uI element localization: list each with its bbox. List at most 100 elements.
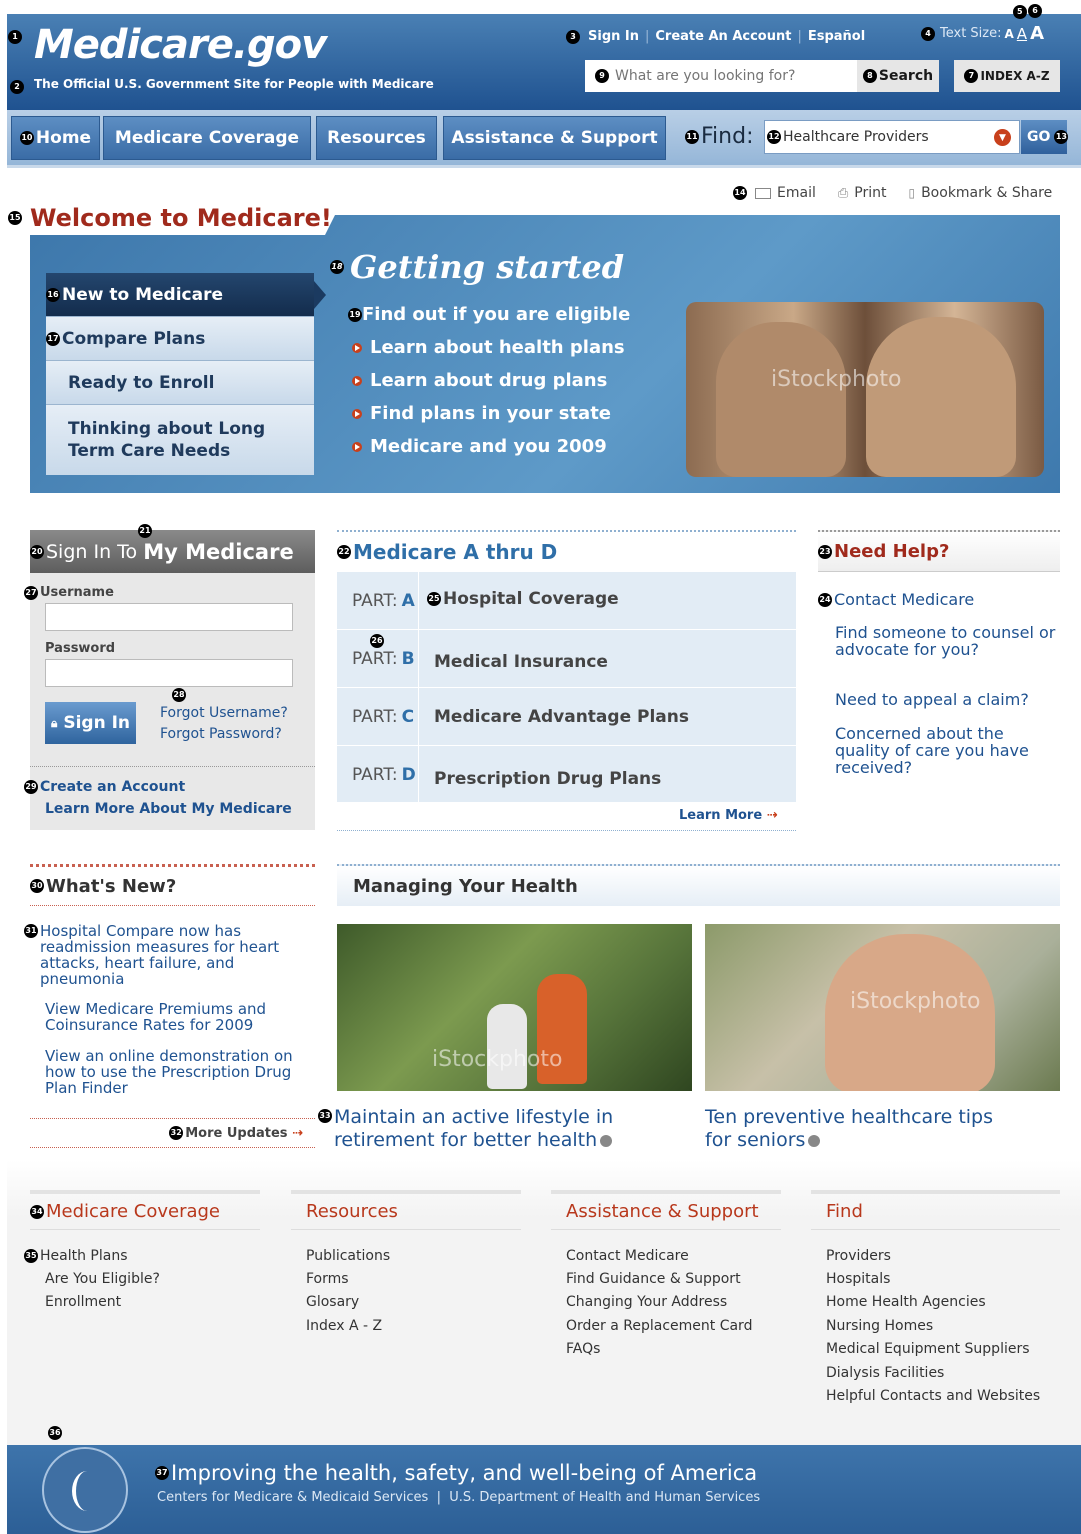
main-navigation: 10 Home Medicare Coverage Resources Assis… [7,110,1081,168]
footer-link[interactable]: Hospitals [826,1271,890,1287]
getting-started-links: 19 Find out if you are eligible Learn abo… [348,298,630,463]
site-logo[interactable]: Medicare.gov [34,22,327,68]
forgot-password-link[interactable]: Forgot Password? [160,726,282,742]
find-label-text: Find: [701,124,754,149]
print-link[interactable]: ⎙ Print [838,185,887,201]
marker: 8 [862,69,877,83]
text-size-label: Text Size: [940,26,1002,41]
marker: 28 [172,688,186,702]
part-description: 25 Hospital Coverage [419,589,619,609]
hero-menu-compare-plans[interactable]: 17 Compare Plans [46,317,314,361]
marker: 4 [921,26,935,41]
footer-link[interactable]: Find Guidance & Support [566,1271,741,1287]
footer-link[interactable]: Publications [306,1248,390,1264]
footer-link[interactable]: Dialysis Facilities [826,1365,944,1381]
footer-link[interactable]: Index A - Z [306,1318,382,1334]
list-item: Nursing Homes [826,1314,1060,1337]
footer-link[interactable]: Providers [826,1248,891,1264]
text-size-medium-button[interactable]: A5 [1012,4,1027,43]
list-item: 31 Hospital Compare now has readmission m… [24,923,289,987]
hero-menu-ready-to-enroll[interactable]: Ready to Enroll [46,361,314,405]
footer-link[interactable]: Glosary [306,1294,359,1310]
password-field[interactable] [45,659,293,687]
nav-tab-medicare-coverage[interactable]: Medicare Coverage [103,116,311,160]
table-row[interactable]: PART: C Medicare Advantage Plans [337,688,796,746]
news-premiums-link[interactable]: View Medicare Premiums and Coinsurance R… [45,1001,310,1033]
contact-row: 24 Contact Medicare [818,590,974,609]
nav-tab-resources[interactable]: Resources [316,116,437,160]
email-link[interactable]: Email [755,185,816,201]
drug-plans-link[interactable]: Learn about drug plans [370,370,607,391]
footer-link[interactable]: Order a Replacement Card [566,1318,752,1334]
forgot-username-link[interactable]: Forgot Username? [160,705,288,721]
footer-link[interactable]: Health Plans [40,1248,128,1264]
footer-link[interactable]: Medical Equipment Suppliers [826,1341,1030,1357]
create-an-account-link[interactable]: Create an Account [40,779,185,795]
footer-column-assistance-support: Assistance & Support Contact Medicare Fi… [551,1190,781,1361]
news-hospital-compare-link[interactable]: Hospital Compare now has readmission mea… [40,923,289,987]
find-label: 11 Find: [685,124,754,149]
search-input[interactable] [611,63,871,89]
create-account-link[interactable]: Create An Account [655,29,791,44]
table-row[interactable]: 26 PART: B Medical Insurance [337,630,796,688]
active-lifestyle-link[interactable]: Maintain an active lifestyle in retireme… [334,1106,628,1152]
eligibility-link[interactable]: Find out if you are eligible [362,304,630,325]
footer-link[interactable]: Helpful Contacts and Websites [826,1388,1040,1404]
go-button[interactable]: GO 13 [1021,120,1069,154]
footer-link[interactable]: Forms [306,1271,349,1287]
medicare-and-you-link[interactable]: Medicare and you 2009 [370,436,607,457]
part-label-text: PART: [352,765,398,785]
index-a-z-button[interactable]: 7 INDEX A-Z [954,60,1060,92]
footer-link[interactable]: FAQs [566,1341,600,1357]
list-item: Glosary [306,1291,521,1314]
bookmark-share-link[interactable]: ▯ Bookmark & Share [908,185,1052,201]
marker: 11 [685,129,699,144]
contact-medicare-link[interactable]: Contact Medicare [834,590,974,609]
plans-in-state-link[interactable]: Find plans in your state [370,403,611,424]
email-label: Email [777,185,816,201]
footer-link[interactable]: Are You Eligible? [45,1271,160,1287]
photo-joggers[interactable]: iStockphoto [337,924,692,1091]
appeal-claim-link[interactable]: Need to appeal a claim? [835,691,1060,708]
part-label: PART: D [337,746,419,804]
footer-link[interactable]: Changing Your Address [566,1294,727,1310]
footer-column-find: Find Providers Hospitals Home Health Age… [811,1190,1060,1408]
table-row[interactable]: PART: A 25 Hospital Coverage [337,572,796,630]
footer-column-title: Assistance & Support [551,1190,781,1230]
more-updates-link[interactable]: More Updates [185,1126,287,1141]
sign-in-panel: 20 Sign In To My Medicare 21 27 Username … [24,524,315,830]
footer-column-medicare-coverage: 34 Medicare Coverage 35 Health Plans Are Y… [24,1190,260,1314]
hero-menu-long-term-care[interactable]: Thinking about Long Term Care Needs [46,405,314,475]
marker: 5 [1012,4,1027,19]
hero-menu-new-to-medicare[interactable]: 16 New to Medicare [46,273,326,317]
footer-link[interactable]: Enrollment [45,1294,121,1310]
news-demonstration-link[interactable]: View an online demonstration on how to u… [45,1048,310,1096]
quality-of-care-link[interactable]: Concerned about the quality of care you … [835,725,1060,776]
photo-figure [716,322,846,477]
espanol-link[interactable]: Español [808,29,865,44]
hhs-seal-icon [42,1447,128,1533]
text-size-large-button[interactable]: A6 [1028,4,1044,44]
nav-tab-home[interactable]: 10 Home [11,116,100,160]
search-box: 9 8Search [585,60,939,92]
table-row[interactable]: PART: D Prescription Drug Plans [337,746,796,804]
text-size-small-button[interactable]: A [1005,27,1014,41]
sign-in-link[interactable]: Sign In [588,29,639,44]
nav-tab-assistance-support[interactable]: Assistance & Support [443,116,666,160]
username-field[interactable] [45,603,293,631]
photo-senior-woman[interactable]: iStockphoto [705,924,1060,1091]
sign-in-button[interactable]: 🔒︎ Sign In [45,702,136,744]
find-select[interactable]: 12 Healthcare Providers ▼ [764,120,1020,154]
marker: 9 [595,69,609,83]
nav-tab-label: Home [35,128,92,148]
counsel-advocate-link[interactable]: Find someone to counsel or advocate for … [835,624,1060,658]
footer-link[interactable]: Nursing Homes [826,1318,933,1334]
preventive-tips-link[interactable]: Ten preventive healthcare tips for senio… [705,1106,1025,1152]
health-plans-link[interactable]: Learn about health plans [370,337,625,358]
learn-more-my-medicare-link[interactable]: Learn More About My Medicare [45,801,292,817]
footer-link[interactable]: Home Health Agencies [826,1294,986,1310]
search-button[interactable]: 8 Search [857,60,939,92]
parts-learn-more-link[interactable]: Learn More ⇢ [679,808,778,823]
learn-more-label: Learn More [679,808,763,823]
footer-link[interactable]: Contact Medicare [566,1248,689,1264]
